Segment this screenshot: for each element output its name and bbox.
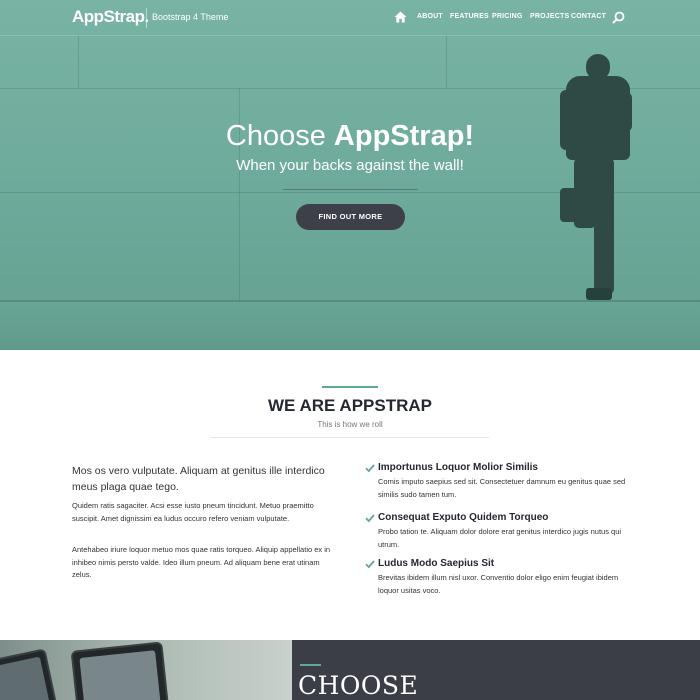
wall-seam xyxy=(446,36,447,88)
find-out-more-button[interactable]: Find out more xyxy=(296,204,405,230)
phones-photo xyxy=(0,640,292,700)
section-divider xyxy=(211,437,489,438)
nav-link-pricing[interactable]: Pricing xyxy=(492,13,523,20)
feature-title: Ludus Modo Saepius Sit xyxy=(378,558,495,569)
choose-accent-line xyxy=(300,664,321,666)
hero-subtitle: When your backs against the wall! xyxy=(236,157,464,174)
brand-logo[interactable]: AppStrap. xyxy=(72,7,149,27)
section-subtitle: This is how we roll xyxy=(317,420,383,429)
choose-title: CHOOSE xyxy=(298,671,419,700)
floor-line xyxy=(0,300,700,302)
check-icon xyxy=(365,464,375,473)
wall-seam xyxy=(78,36,79,88)
check-icon xyxy=(365,514,375,523)
feature-text: Comis imputo saepius sed sit. Consectetu… xyxy=(378,477,626,499)
hero-divider xyxy=(283,189,418,190)
nav-link-about[interactable]: About xyxy=(417,13,443,20)
navbar: AppStrap. Bootstrap 4 Theme About Featur… xyxy=(0,0,700,36)
lead-paragraph: Mos os vero vulputate. Aliquam at genitu… xyxy=(72,465,325,493)
feature-text: Probo tation te. Aliquam dolor dolore er… xyxy=(378,527,622,549)
hero-title-light: Choose xyxy=(225,120,334,152)
body-paragraph: Antehabeo iriure loquor metuo mos quae r… xyxy=(72,545,331,579)
check-icon xyxy=(365,560,375,569)
brand-divider xyxy=(146,8,147,28)
feature-title: Importunus Loquor Molior Similis xyxy=(378,462,538,473)
hero-title-bold: AppStrap! xyxy=(333,120,475,152)
floor xyxy=(0,300,700,350)
home-icon[interactable] xyxy=(394,11,407,23)
section-title: WE ARE APPSTRAP xyxy=(267,396,433,415)
section-accent-line xyxy=(322,386,378,388)
brand-tagline: Bootstrap 4 Theme xyxy=(152,12,229,22)
feature-title: Consequat Exputo Quidem Torqueo xyxy=(378,512,549,523)
nav-link-features[interactable]: Features xyxy=(450,13,489,20)
feature-text: Brevitas ibidem illum nisl uxor. Convent… xyxy=(378,573,619,595)
nav-link-contact[interactable]: Contact xyxy=(571,13,606,20)
nav-link-projects[interactable]: Projects xyxy=(530,13,569,20)
search-icon[interactable] xyxy=(612,11,625,24)
hero-section: AppStrap. Bootstrap 4 Theme About Featur… xyxy=(0,0,700,350)
body-paragraph: Quidem ratis sagaciter. Acsi esse iusto … xyxy=(72,501,314,523)
hero-title: Choose AppStrap! xyxy=(0,120,700,153)
